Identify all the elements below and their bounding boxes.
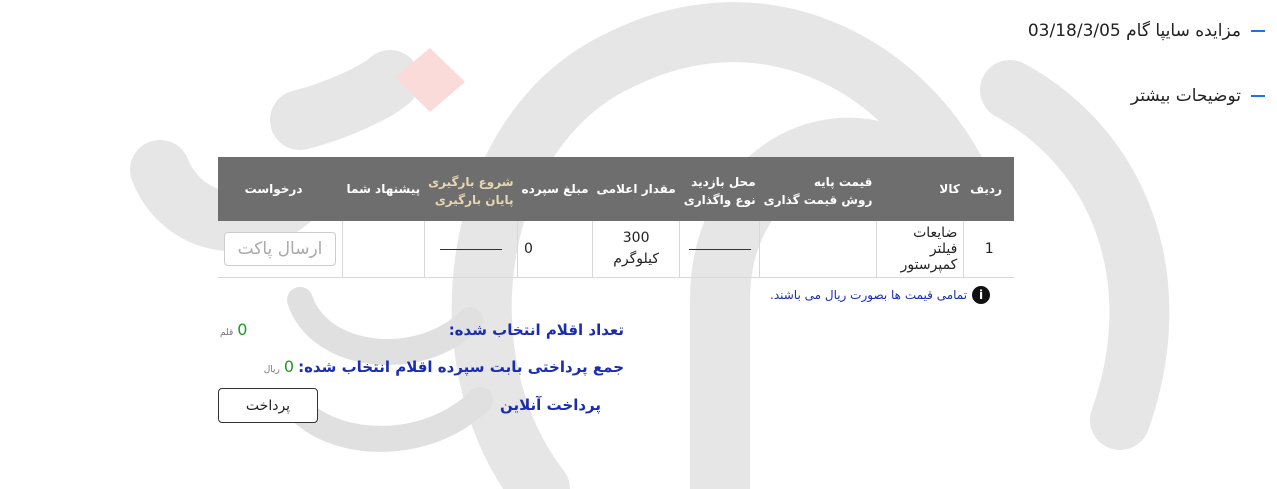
items-table: ردیف کالا قیمت پایه روش قیمت گذاری محل ب…	[218, 157, 1014, 278]
selected-count-unit: قلم	[220, 328, 234, 338]
cell-your-offer[interactable]	[342, 221, 425, 278]
cell-row-number: 1	[963, 221, 1014, 278]
header-base-price: قیمت پایه روش قیمت گذاری	[759, 157, 877, 221]
send-envelope-button[interactable]: ارسال پاکت	[224, 232, 336, 266]
selected-count-row: تعداد اقلام انتخاب شده: 0 قلم	[220, 320, 624, 339]
empty-dash	[439, 248, 502, 250]
cell-request: ارسال پاکت	[218, 221, 343, 278]
header-item: کالا	[876, 157, 964, 221]
currency-note: i تمامی قیمت ها بصورت ریال می باشند.	[770, 286, 991, 304]
header-visit-place: محل بازدید نوع واگذاری	[679, 157, 760, 221]
dash-icon	[1251, 95, 1265, 97]
online-payment-label: پرداخت آنلاین	[500, 396, 602, 414]
deposit-total-label: جمع پرداختی بابت سپرده اقلام انتخاب شده:	[298, 358, 624, 376]
pay-button[interactable]: پرداخت	[218, 388, 318, 423]
auction-title: مزایده سایپا گام 03/18/3/05	[1027, 21, 1241, 41]
more-info-row[interactable]: توضیحات بیشتر	[1131, 86, 1265, 106]
deposit-total-unit: ریال	[263, 365, 280, 375]
cell-quantity: 300 کیلوگرم	[592, 221, 680, 278]
currency-note-text: تمامی قیمت ها بصورت ریال می باشند.	[770, 288, 968, 302]
dash-icon	[1251, 30, 1265, 32]
table-header-row: ردیف کالا قیمت پایه روش قیمت گذاری محل ب…	[218, 157, 1014, 221]
table-row: 1 ضایعات فیلتر کمپرستور 300 کیلوگرم 0 ار…	[218, 221, 1014, 278]
cell-item: ضایعات فیلتر کمپرستور	[875, 221, 964, 278]
deposit-total-value: 0	[283, 357, 295, 376]
header-deposit: مبلغ سپرده	[517, 157, 593, 221]
cell-visit-place	[679, 221, 760, 278]
cell-loading	[423, 221, 518, 278]
header-quantity: مقدار اعلامی	[592, 157, 680, 221]
selected-count-value: 0	[237, 320, 248, 339]
selected-count-label: تعداد اقلام انتخاب شده:	[448, 321, 624, 339]
header-your-offer: پیشنهاد شما	[342, 157, 425, 221]
header-loading: شروع بارگیری پایان بارگیری	[424, 157, 518, 221]
cell-deposit: 0	[517, 221, 593, 278]
empty-dash	[688, 248, 751, 250]
header-row-number: ردیف	[963, 157, 1014, 221]
deposit-total-row: جمع پرداختی بابت سپرده اقلام انتخاب شده:…	[220, 357, 624, 376]
info-icon: i	[972, 286, 991, 304]
cell-base-price	[759, 221, 877, 278]
header-request: درخواست	[218, 157, 343, 221]
auction-title-row[interactable]: مزایده سایپا گام 03/18/3/05	[1028, 21, 1265, 41]
more-info-link[interactable]: توضیحات بیشتر	[1131, 86, 1241, 106]
